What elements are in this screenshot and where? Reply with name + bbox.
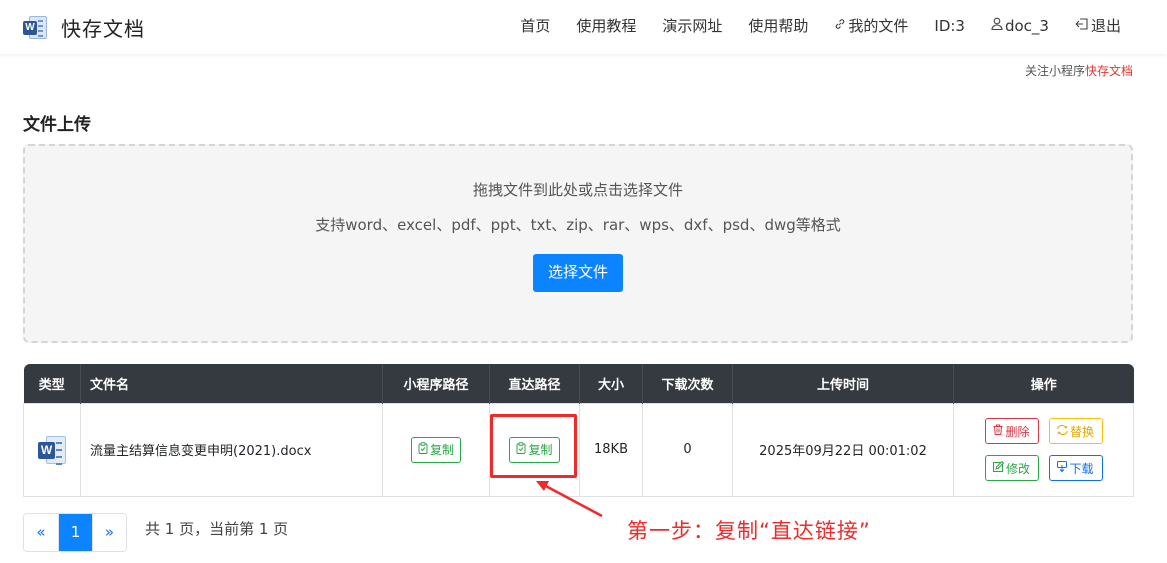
- nav-tutorial[interactable]: 使用教程: [576, 15, 636, 36]
- cell-filename: 流量主结算信息变更申明(2021).docx: [80, 402, 383, 497]
- upload-section-title: 文件上传: [23, 115, 91, 135]
- annotation-highlight-box: [490, 414, 577, 478]
- delete-button[interactable]: 删除: [984, 418, 1039, 444]
- dropzone-hint: 拖拽文件到此处或点击选择文件: [472, 181, 683, 199]
- logout-icon: [1075, 17, 1089, 34]
- pagination: « 1 »: [23, 513, 127, 552]
- follow-miniapp: 关注小程序快存文档: [1025, 62, 1133, 79]
- replace-button[interactable]: 替换: [1048, 418, 1103, 444]
- app-name: 快存文档: [61, 17, 145, 41]
- cell-upload-time: 2025年09月22日 00:01:02: [732, 402, 954, 497]
- copy-miniapp-path-button[interactable]: 复制: [410, 436, 461, 463]
- pagination-prev[interactable]: «: [24, 514, 58, 551]
- cell-type: W: [23, 402, 81, 497]
- annotation-step-text: 第一步：复制“直达链接”: [627, 519, 871, 543]
- header-actions: 操作: [953, 364, 1134, 403]
- pagination-info: 共 1 页，当前第 1 页: [145, 520, 289, 538]
- nav-help[interactable]: 使用帮助: [748, 15, 808, 36]
- header-filename: 文件名: [80, 364, 383, 403]
- nav-username-label: doc_3: [1004, 16, 1049, 35]
- download-button[interactable]: 下载: [1048, 455, 1103, 481]
- table-header-row: 类型 文件名 小程序路径 直达路径 大小 下载次数 上传时间 操作: [23, 364, 1134, 403]
- swap-icon: [1057, 424, 1068, 438]
- dropzone-formats: 支持word、excel、pdf、ppt、txt、zip、rar、wps、dxf…: [315, 216, 841, 234]
- main-nav: 首页 使用教程 演示网址 使用帮助 我的文件 ID:3 doc_3 退出: [494, 15, 1121, 36]
- header-downloads: 下载次数: [642, 364, 733, 403]
- pagination-page-1[interactable]: 1: [58, 514, 92, 551]
- nav-user-id: ID:3: [934, 16, 965, 35]
- follow-prefix: 关注小程序: [1024, 64, 1085, 78]
- nav-my-files-label: 我的文件: [848, 17, 909, 35]
- cell-actions: 删除 替换 修改 下载: [953, 402, 1134, 497]
- select-file-button[interactable]: 选择文件: [533, 254, 623, 292]
- nav-logout-label: 退出: [1090, 17, 1121, 35]
- nav-home[interactable]: 首页: [520, 15, 550, 36]
- header-miniapp-path: 小程序路径: [382, 364, 490, 403]
- nav-my-files[interactable]: 我的文件: [834, 15, 908, 36]
- header-direct-path: 直达路径: [489, 364, 580, 403]
- nav-logout[interactable]: 退出: [1075, 15, 1121, 36]
- brand[interactable]: W 快存文档: [23, 13, 145, 42]
- header-size: 大小: [579, 364, 643, 403]
- edit-icon: [992, 460, 1005, 475]
- pagination-next[interactable]: »: [92, 514, 126, 551]
- header-upload-time: 上传时间: [732, 364, 954, 403]
- download-icon: [1057, 461, 1068, 475]
- trash-icon: [993, 424, 1003, 438]
- follow-miniapp-link[interactable]: 快存文档: [1085, 64, 1133, 78]
- user-icon: [991, 17, 1003, 34]
- nav-username[interactable]: doc_3: [991, 15, 1049, 36]
- edit-button[interactable]: 修改: [984, 455, 1039, 481]
- nav-demo[interactable]: 演示网址: [662, 15, 722, 36]
- cell-downloads: 0: [642, 402, 733, 497]
- navbar: W 快存文档 首页 使用教程 演示网址 使用帮助 我的文件 ID:3 doc_3…: [0, 0, 1167, 54]
- annotation-arrow-icon: [536, 481, 603, 518]
- header-type: 类型: [23, 364, 81, 403]
- link-icon: [834, 18, 846, 34]
- upload-dropzone[interactable]: 拖拽文件到此处或点击选择文件 支持word、excel、pdf、ppt、txt、…: [23, 144, 1133, 343]
- word-logo-icon: W: [23, 15, 49, 41]
- clipboard-icon: [418, 442, 428, 457]
- cell-miniapp-path: 复制: [382, 402, 490, 497]
- word-file-icon: W: [38, 435, 66, 465]
